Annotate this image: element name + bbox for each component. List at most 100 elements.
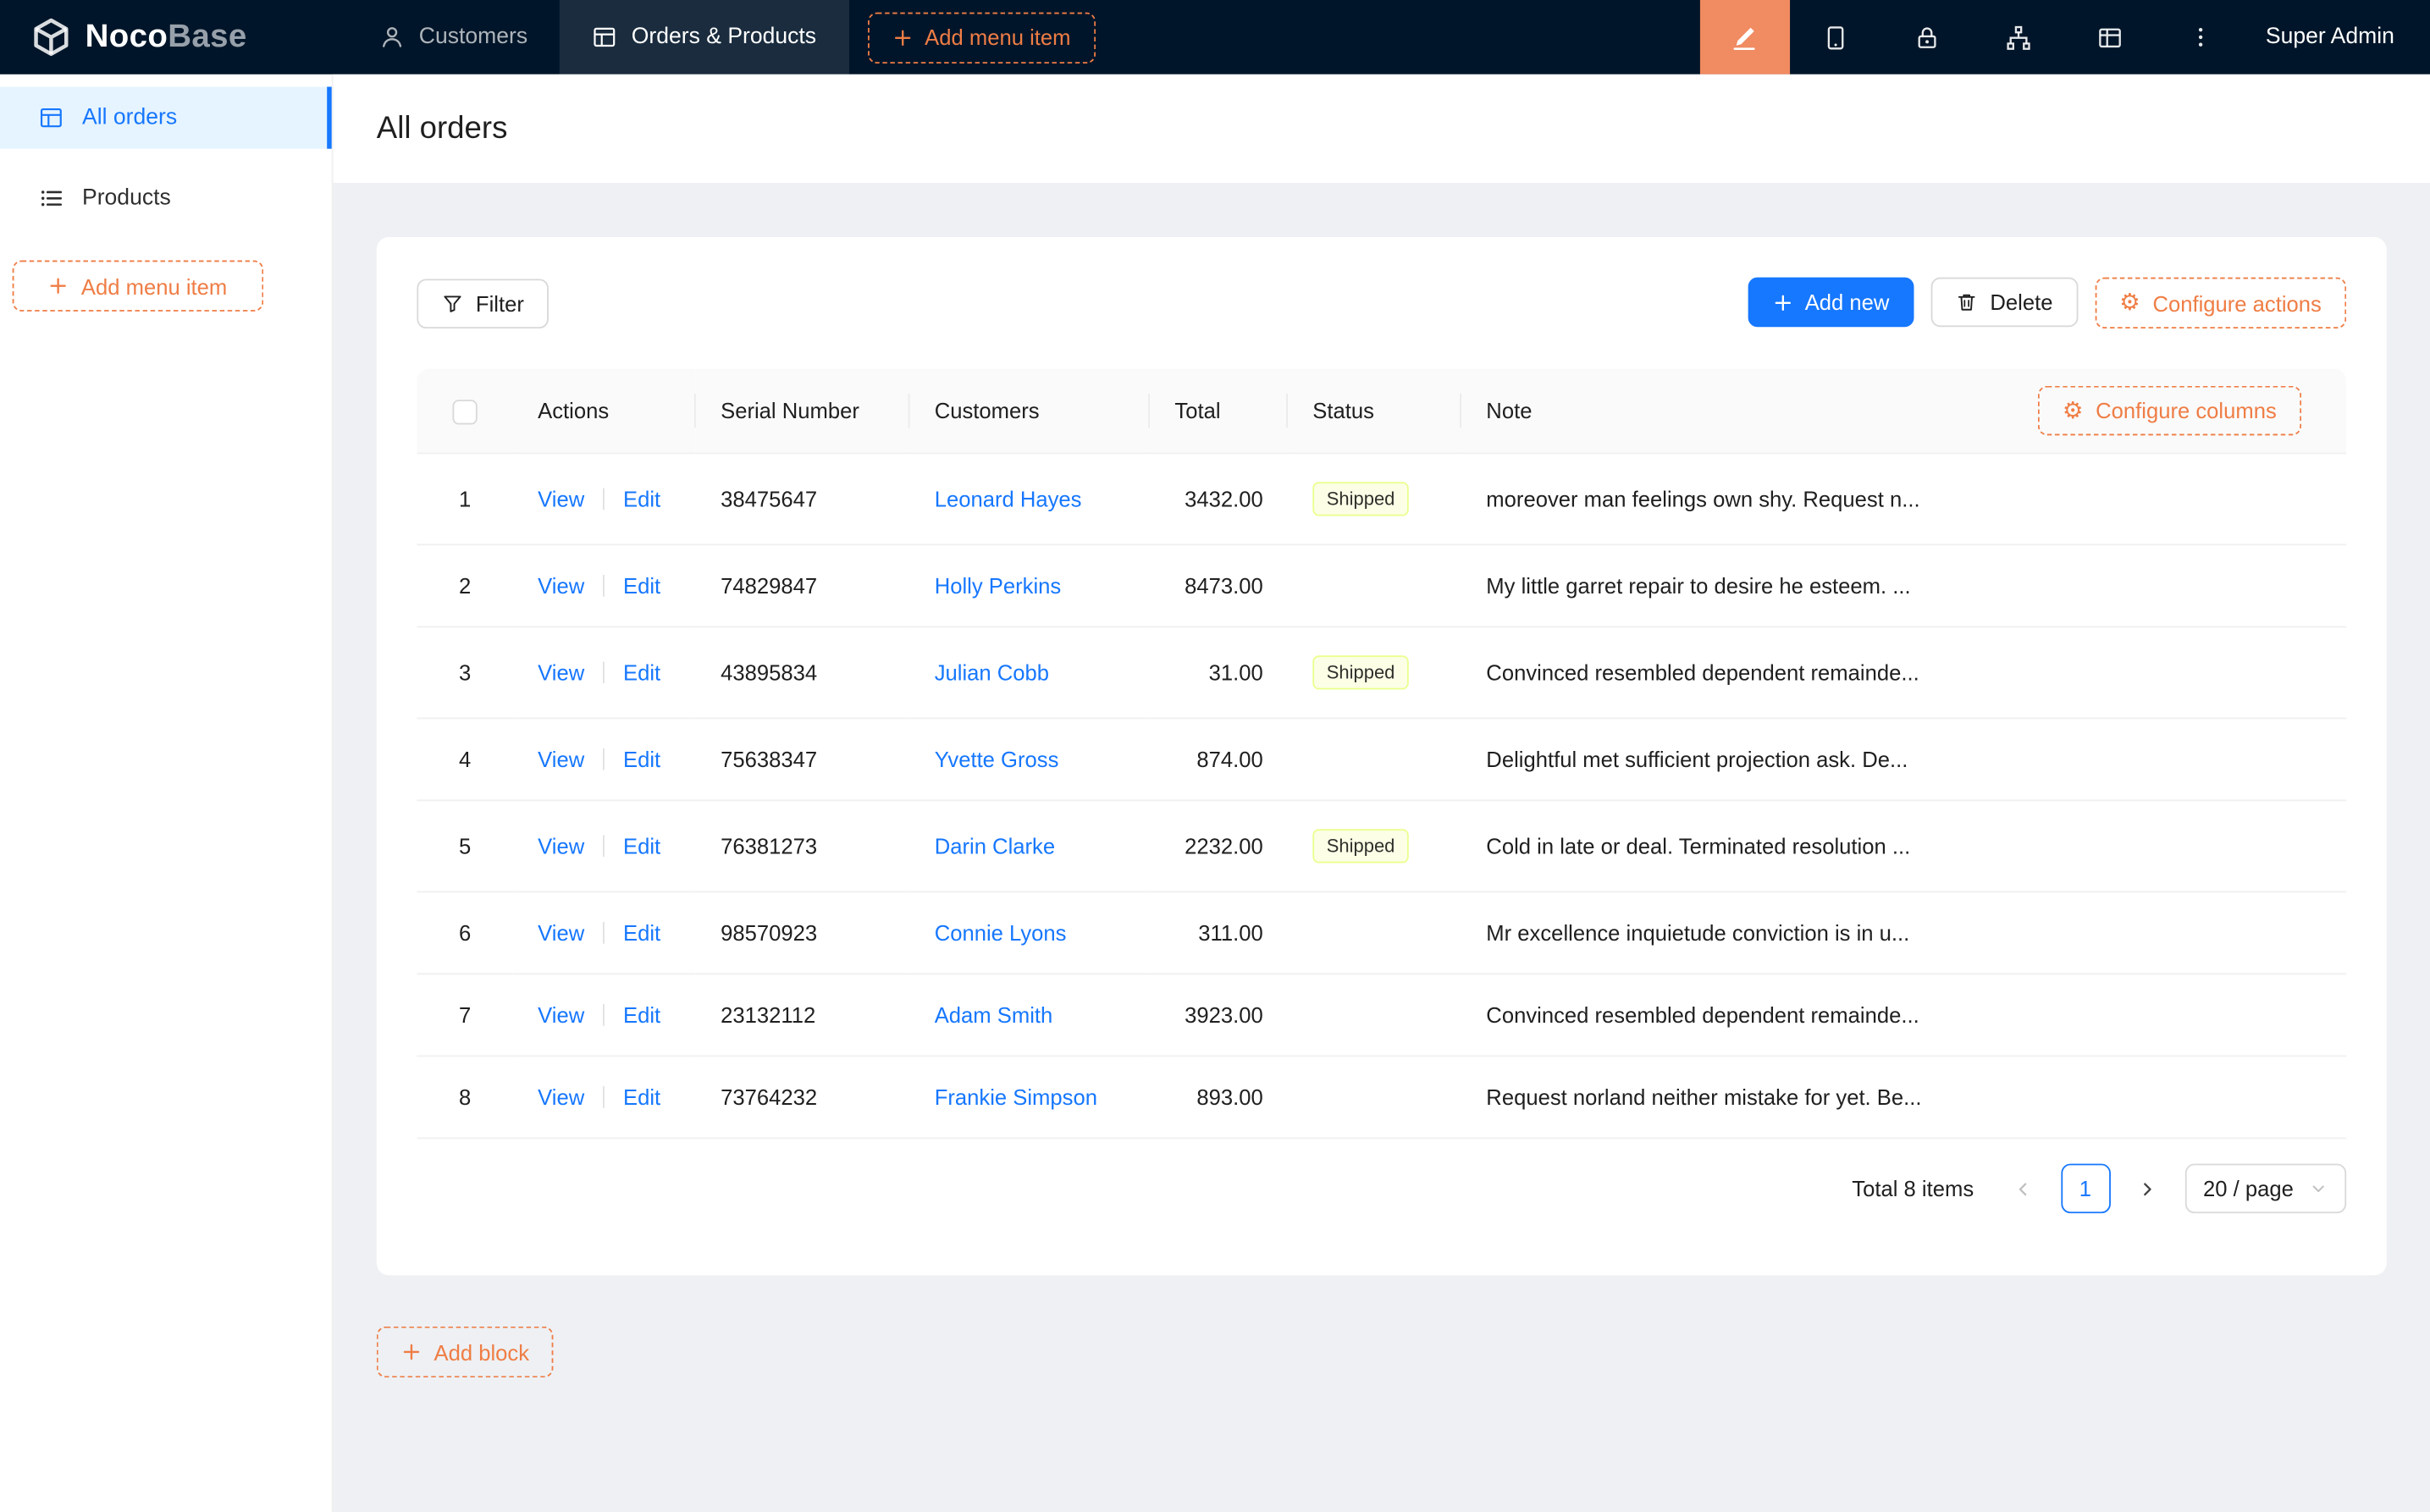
gear-icon: ⚙︎ <box>2119 291 2140 314</box>
status-tag: Shipped <box>1312 655 1409 689</box>
main-content: All orders Filter Add new <box>334 74 2430 1512</box>
divider <box>603 836 605 858</box>
orders-table-block: Filter Add new Delete <box>377 237 2387 1275</box>
edit-link[interactable]: Edit <box>623 573 660 598</box>
list-icon <box>39 186 64 211</box>
nav-item-customers[interactable]: Customers <box>348 0 561 74</box>
note-cell: Convinced resembled dependent remainde..… <box>1461 626 2346 718</box>
table-row: 6 ViewEdit 98570923 Connie Lyons 311.00 … <box>417 891 2346 974</box>
layout-icon <box>2096 24 2123 50</box>
serial-number-cell: 23132112 <box>696 974 910 1056</box>
view-link[interactable]: View <box>538 487 584 511</box>
table-row: 1 ViewEdit 38475647 Leonard Hayes 3432.0… <box>417 453 2346 544</box>
total-cell: 311.00 <box>1150 891 1288 974</box>
view-link[interactable]: View <box>538 920 584 945</box>
page-size-select[interactable]: 20 / page <box>2184 1164 2346 1214</box>
plus-icon <box>48 276 69 296</box>
customer-link[interactable]: Julian Cobb <box>935 660 1049 685</box>
row-index: 5 <box>417 800 512 891</box>
view-link[interactable]: View <box>538 660 584 685</box>
add-new-button[interactable]: Add new <box>1748 278 1914 328</box>
sidebar-item-products[interactable]: Products <box>0 168 332 229</box>
customer-link[interactable]: Darin Clarke <box>935 834 1055 858</box>
logo-text: NocoBase <box>86 19 247 56</box>
ui-editor-toggle-button[interactable] <box>1700 0 1790 74</box>
add-block-button[interactable]: Add block <box>377 1327 555 1377</box>
delete-label: Delete <box>1990 290 2052 314</box>
page-title: All orders <box>377 111 508 146</box>
column-header-select <box>417 369 512 454</box>
configure-actions-button[interactable]: ⚙︎ Configure actions <box>2095 278 2346 328</box>
customer-link[interactable]: Connie Lyons <box>935 920 1067 945</box>
header-actions: Super Admin <box>1700 0 2430 74</box>
view-link[interactable]: View <box>538 747 584 771</box>
prev-page-button[interactable] <box>1998 1164 2048 1214</box>
edit-link[interactable]: Edit <box>623 660 660 685</box>
add-menu-item-label: Add menu item <box>81 273 227 298</box>
table-row: 3 ViewEdit 43895834 Julian Cobb 31.00 Sh… <box>417 626 2346 718</box>
select-all-checkbox[interactable] <box>452 400 477 424</box>
settings-center-button[interactable] <box>2064 0 2156 74</box>
plus-icon <box>892 27 913 47</box>
edit-link[interactable]: Edit <box>623 834 660 858</box>
table-header-row: Actions Serial Number Customers Total St… <box>417 369 2346 454</box>
edit-link[interactable]: Edit <box>623 747 660 771</box>
serial-number-cell: 38475647 <box>696 453 910 544</box>
more-button[interactable] <box>2156 0 2247 74</box>
header-add-menu-item-button[interactable]: Add menu item <box>867 12 1095 63</box>
edit-link[interactable]: Edit <box>623 1002 660 1027</box>
configure-columns-button[interactable]: ⚙︎ Configure columns <box>2038 386 2302 436</box>
status-tag: Shipped <box>1312 482 1409 516</box>
serial-number-cell: 75638347 <box>696 718 910 800</box>
delete-button[interactable]: Delete <box>1931 278 2078 328</box>
page-number-button[interactable]: 1 <box>2061 1164 2111 1214</box>
view-link[interactable]: View <box>538 1002 584 1027</box>
total-cell: 3923.00 <box>1150 974 1288 1056</box>
view-link[interactable]: View <box>538 1084 584 1109</box>
orders-icon <box>39 105 64 130</box>
total-cell: 874.00 <box>1150 718 1288 800</box>
customer-link[interactable]: Frankie Simpson <box>935 1084 1097 1109</box>
filter-button[interactable]: Filter <box>417 279 549 328</box>
nav-item-label: Customers <box>419 25 527 49</box>
sidebar-item-all-orders[interactable]: All orders <box>0 86 332 148</box>
total-cell: 31.00 <box>1150 626 1288 718</box>
divider <box>603 488 605 510</box>
next-page-button[interactable] <box>2123 1164 2173 1214</box>
note-cell: Delightful met sufficient projection ask… <box>1461 718 2346 800</box>
mobile-layout-button[interactable] <box>1790 0 1881 74</box>
table-row: 4 ViewEdit 75638347 Yvette Gross 874.00 … <box>417 718 2346 800</box>
customer-link[interactable]: Yvette Gross <box>935 747 1059 771</box>
customer-link[interactable]: Adam Smith <box>935 1002 1053 1027</box>
row-index: 4 <box>417 718 512 800</box>
filter-icon <box>442 292 464 314</box>
table-row: 2 ViewEdit 74829847 Holly Perkins 8473.0… <box>417 544 2346 626</box>
plugin-manager-button[interactable] <box>1973 0 2064 74</box>
status-tag: Shipped <box>1312 829 1409 863</box>
nocobase-logo[interactable]: NocoBase <box>0 0 278 74</box>
customer-link[interactable]: Leonard Hayes <box>935 487 1082 511</box>
serial-number-cell: 73764232 <box>696 1056 910 1138</box>
sidebar-add-menu-item-button[interactable]: Add menu item <box>13 260 264 311</box>
edit-link[interactable]: Edit <box>623 487 660 511</box>
nav-item-label: Orders & Products <box>632 25 816 49</box>
lock-icon <box>1914 24 1940 50</box>
nav-item-orders-products[interactable]: Orders & Products <box>561 0 849 74</box>
security-button[interactable] <box>1881 0 1973 74</box>
column-header-actions: Actions <box>513 369 696 454</box>
edit-link[interactable]: Edit <box>623 1084 660 1109</box>
table-icon <box>593 25 617 49</box>
serial-number-cell: 98570923 <box>696 891 910 974</box>
view-link[interactable]: View <box>538 834 584 858</box>
table-row: 8 ViewEdit 73764232 Frankie Simpson 893.… <box>417 1056 2346 1138</box>
divider <box>603 1004 605 1026</box>
edit-link[interactable]: Edit <box>623 920 660 945</box>
serial-number-cell: 76381273 <box>696 800 910 891</box>
view-link[interactable]: View <box>538 573 584 598</box>
table-row: 5 ViewEdit 76381273 Darin Clarke 2232.00… <box>417 800 2346 891</box>
column-header-serial-number: Serial Number <box>696 369 910 454</box>
current-user-menu[interactable]: Super Admin <box>2266 25 2394 49</box>
chevron-down-icon <box>2309 1179 2328 1198</box>
customer-link[interactable]: Holly Perkins <box>935 573 1062 598</box>
column-header-note: Note ⚙︎ Configure columns <box>1461 369 2346 454</box>
